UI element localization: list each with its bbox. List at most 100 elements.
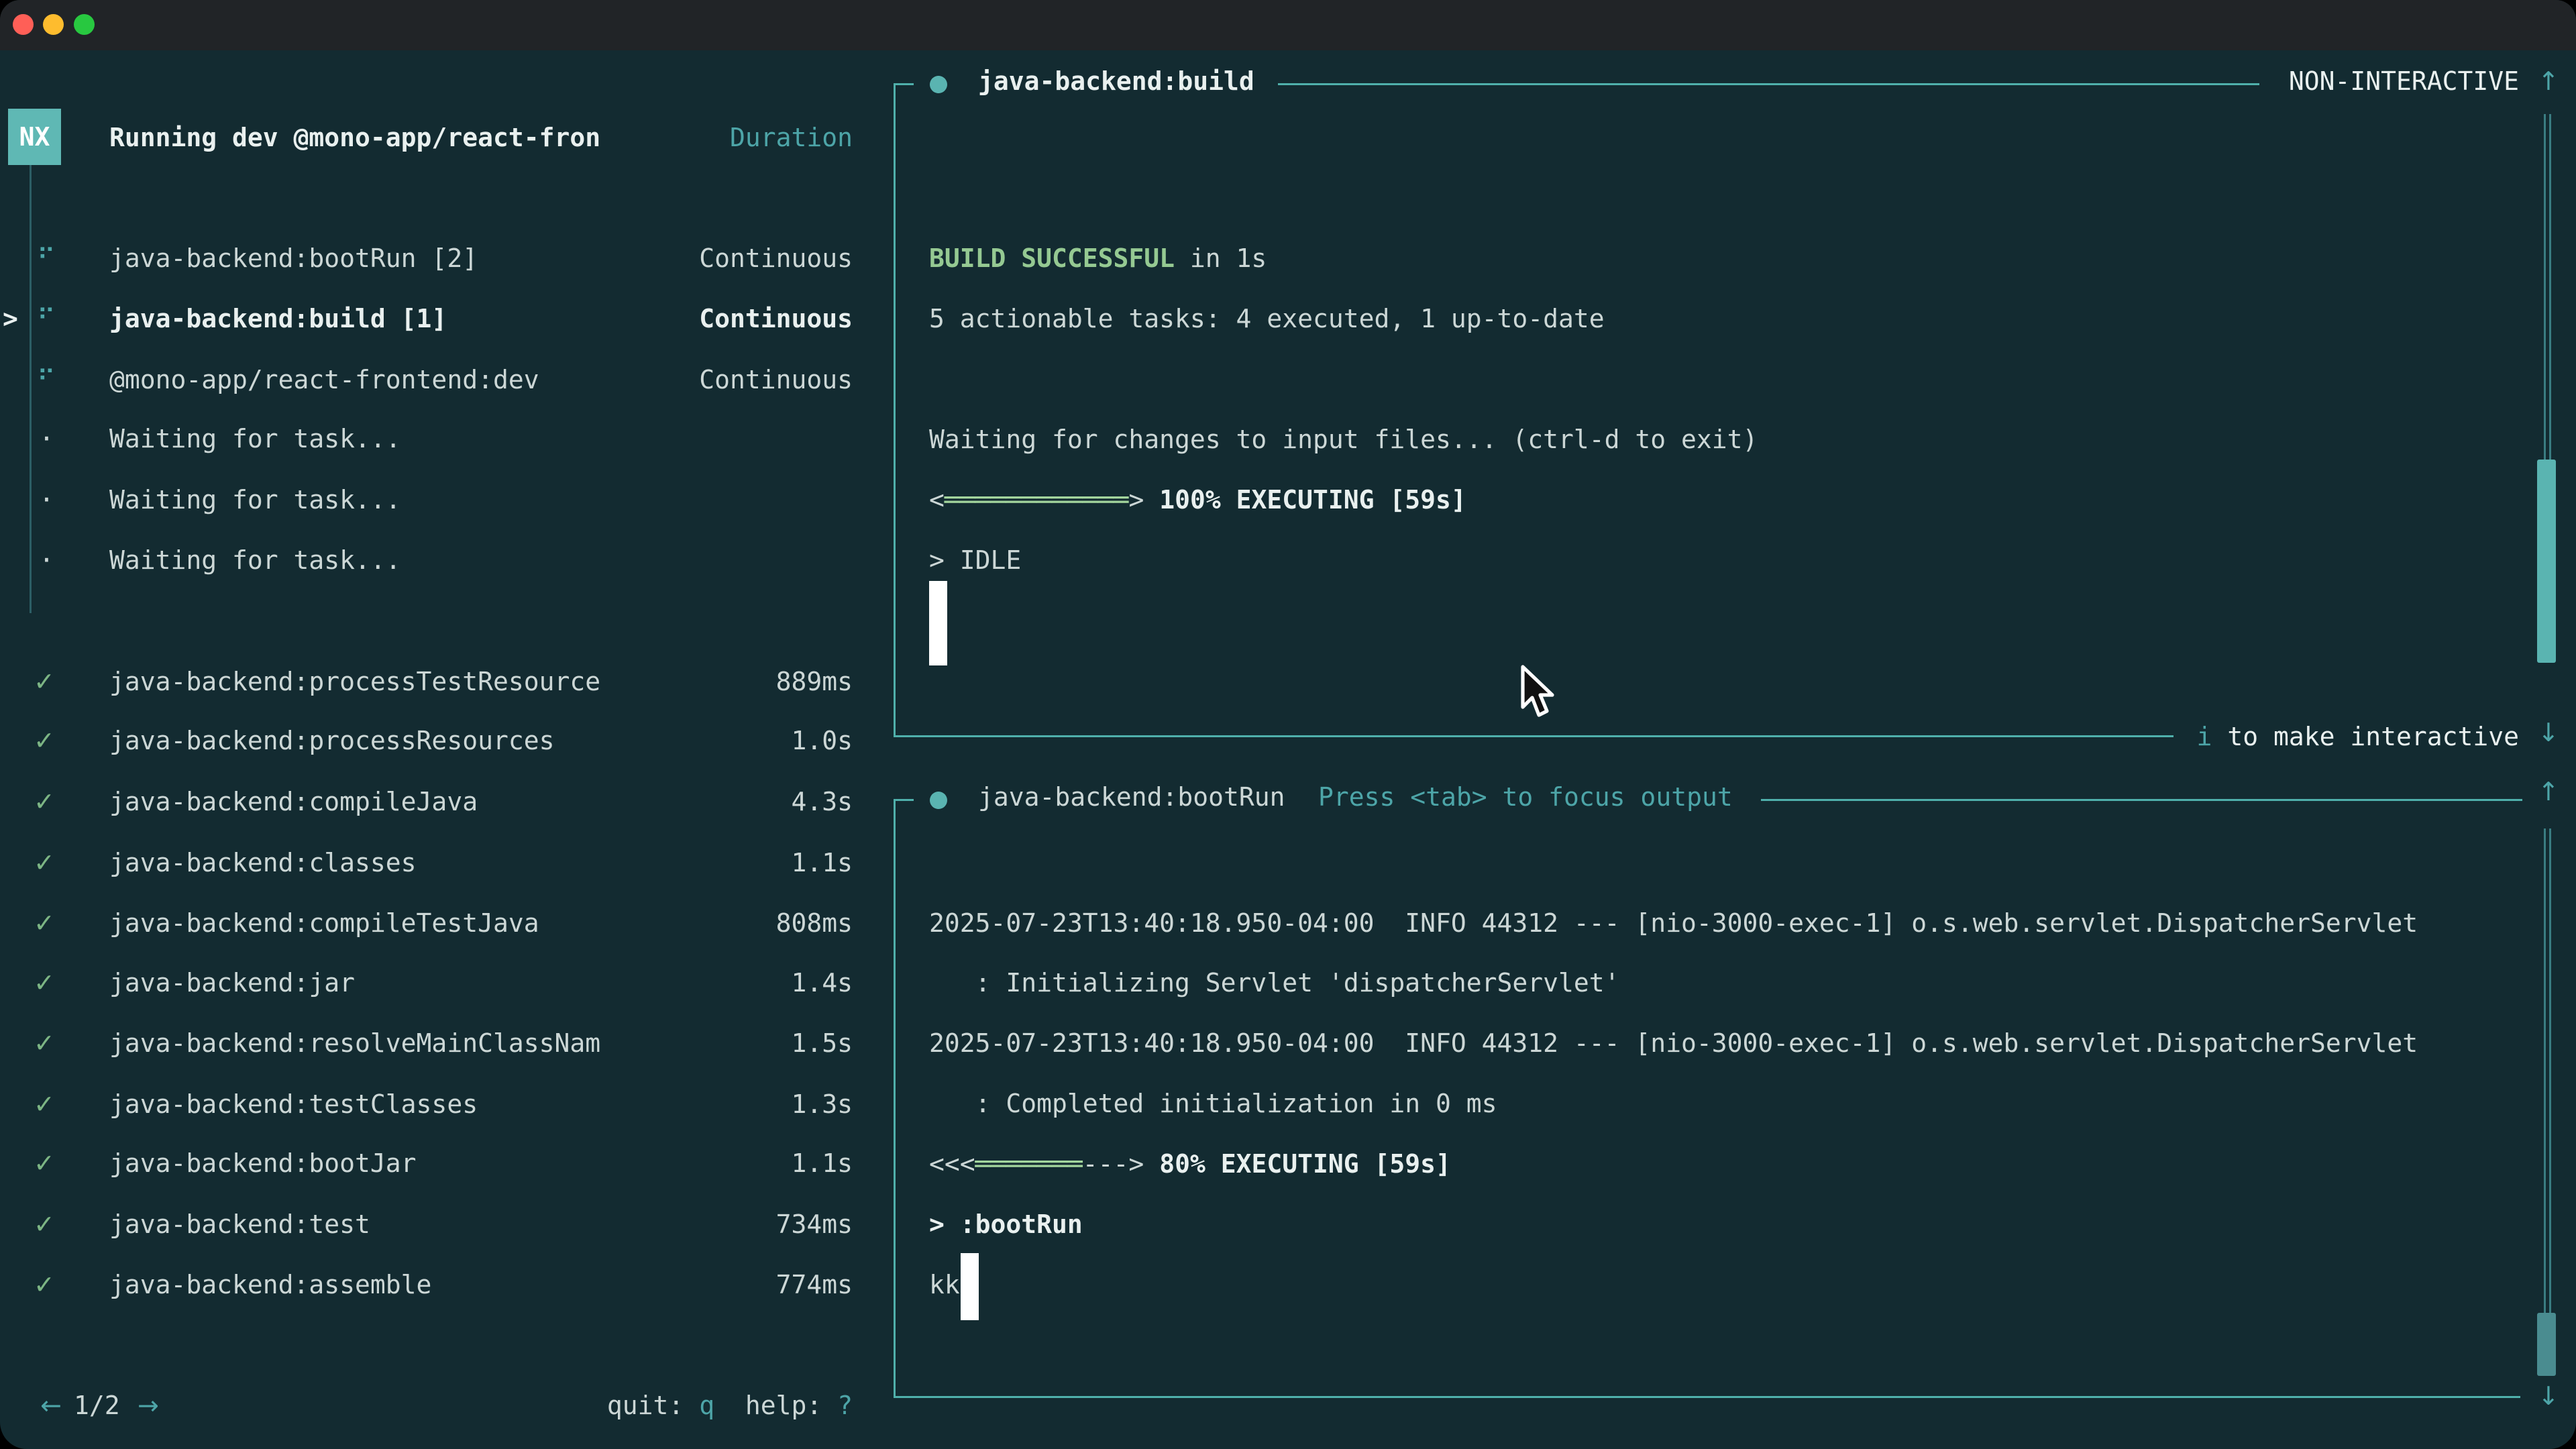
- pending-bullet-icon: ·: [39, 544, 54, 576]
- completed-task-row[interactable]: ✓ java-backend:compileJava 4.3s: [0, 786, 894, 818]
- completed-task-row[interactable]: ✓ java-backend:resolveMainClassNam 1.5s: [0, 1027, 894, 1059]
- quit-hint-label: quit:: [607, 1391, 699, 1420]
- log-line: : Initializing Servlet 'dispatcherServle…: [929, 967, 1620, 999]
- progress-bar-fill: ════════════: [945, 485, 1129, 515]
- task-name: java-backend:jar: [109, 967, 355, 999]
- scroll-down-arrow-icon[interactable]: ↓: [2538, 1380, 2559, 1412]
- pager-next-arrow-icon[interactable]: →: [138, 1389, 159, 1421]
- progress-bar-fill: ═══════: [975, 1149, 1083, 1179]
- pager-prev-arrow-icon[interactable]: ←: [40, 1389, 62, 1421]
- check-icon: ✓: [34, 1147, 55, 1179]
- check-icon: ✓: [34, 967, 55, 999]
- completed-task-row[interactable]: ✓ java-backend:bootJar 1.1s: [0, 1147, 894, 1179]
- progress-open-bracket: <: [929, 485, 945, 515]
- pending-bullet-icon: ·: [39, 423, 54, 455]
- task-name: java-backend:build [1]: [109, 303, 447, 335]
- task-duration: 774ms: [776, 1269, 853, 1301]
- duration-column-header: Duration: [730, 121, 853, 154]
- task-name: java-backend:test: [109, 1208, 370, 1240]
- completed-task-row[interactable]: ✓ java-backend:testClasses 1.3s: [0, 1088, 894, 1120]
- terminal-window: NX Running dev @mono-app/react-fron Dura…: [0, 0, 2576, 1449]
- completed-task-row[interactable]: ✓ java-backend:jar 1.4s: [0, 967, 894, 999]
- spinner-icon: ⠋: [37, 303, 56, 335]
- terminal-cursor: [961, 1253, 979, 1320]
- task-row-bootrun[interactable]: ⠋ java-backend:bootRun [2] Continuous: [0, 242, 894, 274]
- task-row-frontend-dev[interactable]: ⠋ @mono-app/react-frontend:dev Continuou…: [0, 364, 894, 396]
- log-line: : Completed initialization in 0 ms: [929, 1087, 1497, 1120]
- check-icon: ✓: [34, 1027, 55, 1059]
- task-row-build-selected[interactable]: ⠋ java-backend:build [1] Continuous: [0, 303, 894, 335]
- panel-title: java-backend:bootRun: [978, 781, 1285, 813]
- task-duration: 1.1s: [791, 1147, 853, 1179]
- panel-top-border: [1278, 83, 2259, 85]
- build-successful-text: BUILD SUCCESSFUL: [929, 244, 1175, 273]
- log-line: 2025-07-23T13:40:18.950-04:00 INFO 44312…: [929, 907, 2418, 939]
- task-status: Continuous: [699, 303, 853, 335]
- scroll-up-arrow-icon[interactable]: ↑: [2538, 775, 2559, 808]
- build-time-text: in 1s: [1175, 244, 1267, 273]
- spinner-icon: ⠋: [37, 364, 56, 396]
- task-name: java-backend:bootJar: [109, 1147, 417, 1179]
- scrollbar-track[interactable]: [2544, 828, 2551, 1313]
- check-icon: ✓: [34, 1208, 55, 1240]
- task-name: java-backend:classes: [109, 847, 417, 879]
- task-name: java-backend:bootRun [2]: [109, 242, 478, 274]
- completed-task-row[interactable]: ✓ java-backend:classes 1.1s: [0, 847, 894, 879]
- idle-status-line: > IDLE: [929, 544, 1021, 576]
- completed-task-row[interactable]: ✓ java-backend:processResources 1.0s: [0, 724, 894, 757]
- actionable-tasks-line: 5 actionable tasks: 4 executed, 1 up-to-…: [929, 303, 1605, 335]
- spinner-icon: ⠋: [37, 242, 56, 274]
- pending-task-row[interactable]: · Waiting for task...: [0, 484, 894, 516]
- task-duration: 1.3s: [791, 1088, 853, 1120]
- bootrun-prompt-line: > :bootRun: [929, 1208, 1083, 1240]
- sidebar-header: Running dev @mono-app/react-fron Duratio…: [0, 121, 894, 154]
- task-name: java-backend:processTestResource: [109, 665, 600, 698]
- task-duration: 1.0s: [791, 724, 853, 757]
- task-name: Waiting for task...: [109, 544, 401, 576]
- scrollbar-track[interactable]: [2544, 114, 2551, 460]
- check-icon: ✓: [34, 847, 55, 879]
- completed-task-row[interactable]: ✓ java-backend:assemble 774ms: [0, 1269, 894, 1301]
- build-result-line: BUILD SUCCESSFUL in 1s: [929, 242, 1267, 274]
- zoom-button[interactable]: [74, 14, 95, 35]
- scrollbar-thumb[interactable]: [2537, 460, 2556, 663]
- task-duration: 1.5s: [791, 1027, 853, 1059]
- progress-open-bracket: <<<: [929, 1149, 975, 1179]
- task-status: Continuous: [699, 242, 853, 274]
- task-name: java-backend:testClasses: [109, 1088, 478, 1120]
- interactive-hint-key: i: [2197, 722, 2212, 751]
- check-icon: ✓: [34, 1269, 55, 1301]
- panel-top-border-stub: [894, 83, 914, 85]
- check-icon: ✓: [34, 786, 55, 818]
- scroll-down-arrow-icon[interactable]: ↓: [2538, 716, 2559, 749]
- pending-task-row[interactable]: · Waiting for task...: [0, 544, 894, 576]
- panel-left-border: [894, 83, 896, 737]
- completed-task-row[interactable]: ✓ java-backend:compileTestJava 808ms: [0, 907, 894, 939]
- check-icon: ✓: [34, 907, 55, 939]
- pager-position: 1/2: [74, 1389, 120, 1421]
- progress-close-bracket: >: [1128, 485, 1159, 515]
- panel-bottom-border: [894, 735, 2174, 737]
- scrollbar-thumb[interactable]: [2537, 1313, 2556, 1376]
- log-line: 2025-07-23T13:40:18.950-04:00 INFO 44312…: [929, 1027, 2418, 1059]
- minimize-button[interactable]: [43, 14, 64, 35]
- progress-bar-remaining: --->: [1083, 1149, 1144, 1179]
- pending-task-row[interactable]: · Waiting for task...: [0, 423, 894, 455]
- completed-task-row[interactable]: ✓ java-backend:processTestResource 889ms: [0, 665, 894, 698]
- gradle-progress-line: <════════════> 100% EXECUTING [59s]: [929, 484, 1466, 516]
- task-duration: 1.4s: [791, 967, 853, 999]
- progress-label: 80% EXECUTING [59s]: [1144, 1149, 1451, 1179]
- scroll-up-arrow-icon[interactable]: ↑: [2538, 65, 2559, 97]
- help-key: ?: [837, 1391, 853, 1420]
- progress-label: 100% EXECUTING [59s]: [1159, 485, 1466, 515]
- panel-left-border: [894, 799, 896, 1398]
- focus-output-hint: Press <tab> to focus output: [1318, 781, 1733, 813]
- panel-top-border-stub: [894, 799, 914, 801]
- completed-task-row[interactable]: ✓ java-backend:test 734ms: [0, 1208, 894, 1240]
- typed-input-text[interactable]: kk: [929, 1269, 960, 1301]
- close-button[interactable]: [13, 14, 34, 35]
- task-duration: 734ms: [776, 1208, 853, 1240]
- task-status-dot-icon: [930, 792, 947, 809]
- panel-title: java-backend:build: [978, 65, 1254, 97]
- task-duration: 889ms: [776, 665, 853, 698]
